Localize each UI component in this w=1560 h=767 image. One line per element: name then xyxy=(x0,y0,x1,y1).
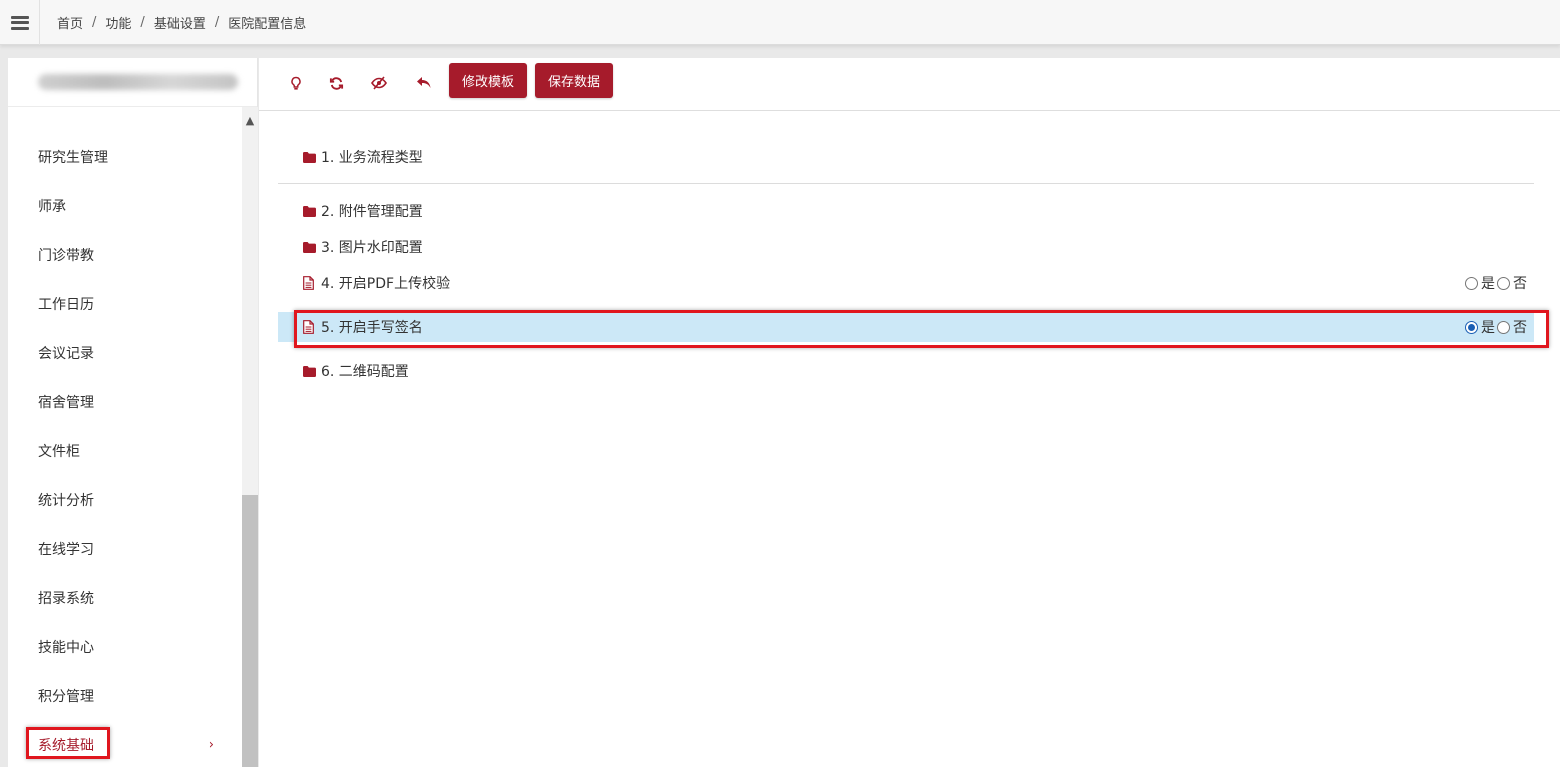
pdf-validation-yes-radio[interactable] xyxy=(1465,276,1478,290)
radio-label-yes: 是 xyxy=(1481,320,1495,336)
sidebar-item-label: 会议记录 xyxy=(38,345,94,362)
signature-radio-group: 是 否 xyxy=(1465,317,1529,337)
tree-item-label: 5. 开启手写签名 xyxy=(321,320,423,336)
blurred-org-name xyxy=(38,74,238,90)
document-icon xyxy=(303,320,317,334)
tree-item-watermark-config[interactable]: 3. 图片水印配置 xyxy=(278,232,1534,262)
signature-no-radio[interactable] xyxy=(1497,320,1510,334)
sidebar-item-online-learning[interactable]: 在线学习 xyxy=(8,524,242,573)
breadcrumb-separator: / xyxy=(92,15,97,30)
breadcrumb-basic-settings[interactable]: 基础设置 xyxy=(154,13,206,32)
sidebar-item-label: 统计分析 xyxy=(38,492,94,509)
sidebar-item-label: 积分管理 xyxy=(38,688,94,705)
breadcrumb: 首页 / 功能 / 基础设置 / 医院配置信息 xyxy=(57,0,306,45)
sidebar-item-label: 文件柜 xyxy=(38,443,80,460)
tree-item-label: 1. 业务流程类型 xyxy=(321,150,423,166)
folder-icon xyxy=(303,364,317,378)
sidebar-item-mentorship[interactable]: 师承 xyxy=(8,181,242,230)
pdf-validation-no-radio[interactable] xyxy=(1497,276,1510,290)
radio-label-no: 否 xyxy=(1513,320,1527,336)
sidebar-item-work-calendar[interactable]: 工作日历 xyxy=(8,279,242,328)
sidebar-item-outpatient-teaching[interactable]: 门诊带教 xyxy=(8,230,242,279)
document-icon xyxy=(303,276,317,290)
tree-divider xyxy=(278,183,1534,184)
tree-item-business-flow[interactable]: 1. 业务流程类型 xyxy=(278,142,1534,172)
sidebar-item-graduate[interactable]: 研究生管理 xyxy=(8,132,242,181)
radio-label-no: 否 xyxy=(1513,276,1527,292)
sidebar-item-system-basics[interactable]: 系统基础 › xyxy=(8,720,242,767)
tree-item-label: 4. 开启PDF上传校验 xyxy=(321,276,451,292)
sidebar-item-file-cabinet[interactable]: 文件柜 xyxy=(8,426,242,475)
breadcrumb-function[interactable]: 功能 xyxy=(105,13,131,32)
sidebar-scrollbar[interactable]: ▲ xyxy=(242,107,258,767)
sidebar-item-label: 师承 xyxy=(38,198,66,215)
tree-item-handwritten-signature[interactable]: 5. 开启手写签名 是 否 xyxy=(278,312,1534,342)
top-bar: 首页 / 功能 / 基础设置 / 医院配置信息 xyxy=(0,0,1560,45)
sidebar-item-meeting-records[interactable]: 会议记录 xyxy=(8,328,242,377)
refresh-icon[interactable] xyxy=(324,71,348,95)
folder-icon xyxy=(303,150,317,164)
breadcrumb-current: 医院配置信息 xyxy=(228,17,307,32)
tree-item-pdf-validation[interactable]: 4. 开启PDF上传校验 是 否 xyxy=(278,268,1534,298)
hamburger-icon xyxy=(10,15,29,30)
eye-off-icon[interactable] xyxy=(367,71,391,95)
breadcrumb-separator: / xyxy=(140,15,145,30)
tree-item-label: 3. 图片水印配置 xyxy=(321,240,423,256)
signature-yes-radio[interactable] xyxy=(1465,320,1478,334)
tree-item-attachment-config[interactable]: 2. 附件管理配置 xyxy=(278,196,1534,226)
scrollbar-thumb[interactable] xyxy=(242,495,258,767)
sidebar-menu: 研究生管理 师承 门诊带教 工作日历 会议记录 宿舍管理 文件柜 统计分析 在线… xyxy=(8,107,242,767)
folder-icon xyxy=(303,240,317,254)
undo-icon[interactable] xyxy=(412,71,436,95)
lightbulb-icon[interactable] xyxy=(284,71,308,95)
pdf-validation-radio-group: 是 否 xyxy=(1465,273,1529,293)
sidebar-header xyxy=(8,58,257,107)
sidebar-item-label: 系统基础 xyxy=(38,737,94,754)
sidebar-item-points[interactable]: 积分管理 xyxy=(8,671,242,720)
sidebar-item-label: 招录系统 xyxy=(38,590,94,607)
tree-item-label: 6. 二维码配置 xyxy=(321,364,409,380)
sidebar-item-label: 研究生管理 xyxy=(38,149,108,166)
sidebar-item-statistics[interactable]: 统计分析 xyxy=(8,475,242,524)
tree-item-label: 2. 附件管理配置 xyxy=(321,204,423,220)
sidebar-item-dormitory[interactable]: 宿舍管理 xyxy=(8,377,242,426)
sidebar: 研究生管理 师承 门诊带教 工作日历 会议记录 宿舍管理 文件柜 统计分析 在线… xyxy=(8,58,258,767)
radio-label-yes: 是 xyxy=(1481,276,1495,292)
toolbar: 修改模板 保存数据 xyxy=(259,58,1560,111)
sidebar-item-label: 宿舍管理 xyxy=(38,394,94,411)
chevron-right-icon: › xyxy=(208,737,214,752)
sidebar-item-label: 在线学习 xyxy=(38,541,94,558)
sidebar-item-label: 技能中心 xyxy=(38,639,94,656)
breadcrumb-separator: / xyxy=(214,15,220,30)
tree-item-qrcode-config[interactable]: 6. 二维码配置 xyxy=(278,356,1534,386)
scroll-up-icon[interactable]: ▲ xyxy=(242,113,258,127)
menu-toggle-button[interactable] xyxy=(0,0,40,45)
folder-icon xyxy=(303,204,317,218)
sidebar-item-skill-center[interactable]: 技能中心 xyxy=(8,622,242,671)
sidebar-item-label: 门诊带教 xyxy=(38,247,94,264)
main-panel: 修改模板 保存数据 1. 业务流程类型 2. 附件管理配置 3. 图片水印配置 … xyxy=(259,58,1560,767)
breadcrumb-home[interactable]: 首页 xyxy=(57,13,83,32)
sidebar-item-recruitment[interactable]: 招录系统 xyxy=(8,573,242,622)
edit-template-button[interactable]: 修改模板 xyxy=(449,63,528,98)
save-data-button[interactable]: 保存数据 xyxy=(535,63,614,98)
sidebar-item-label: 工作日历 xyxy=(38,296,94,313)
